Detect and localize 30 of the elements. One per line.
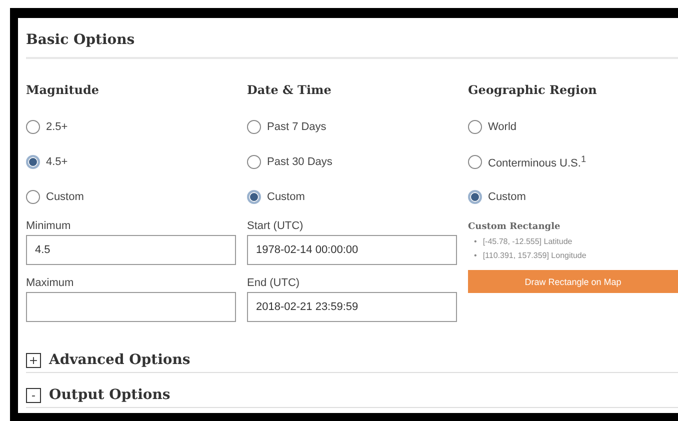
expand-toggle[interactable]: - <box>26 388 41 402</box>
coordinate-item: [110.391, 157.359] Longitude <box>482 250 586 262</box>
section-title: Basic Options <box>26 32 135 48</box>
field-label: Minimum <box>26 220 71 232</box>
column-title: Magnitude <box>26 83 100 97</box>
radio-option[interactable]: Custom <box>26 187 84 206</box>
field-label: Maximum <box>26 277 74 289</box>
field-label: Start (UTC) <box>247 220 304 232</box>
radio-option[interactable]: Custom <box>247 187 305 206</box>
expand-toggle[interactable]: + <box>26 352 41 368</box>
input-field[interactable]: 4.5 <box>26 235 236 265</box>
section-title: Advanced Options <box>49 352 190 368</box>
input-field[interactable]: 2018-02-21 23:59:59 <box>247 292 457 322</box>
radio-option[interactable]: 2.5+ <box>26 117 68 136</box>
radio-option[interactable]: Conterminous U.S.$^{1}$ <box>468 152 586 171</box>
field-label: End (UTC) <box>247 277 300 289</box>
radio-option[interactable]: 4.5+ <box>26 152 68 171</box>
input-field[interactable] <box>26 292 236 322</box>
bullet: • <box>474 236 477 248</box>
radio-option[interactable]: World <box>468 117 517 136</box>
column-title: Date & Time <box>247 83 332 97</box>
section-title: Output Options <box>49 387 170 403</box>
radio-option[interactable]: Past 7 Days <box>247 117 326 136</box>
radio-option[interactable]: Custom <box>468 187 526 206</box>
column-title: Geographic Region <box>468 83 597 97</box>
subsection-title: Custom Rectangle <box>468 222 560 232</box>
radio-option[interactable]: Past 30 Days <box>247 152 332 171</box>
bullet: • <box>474 250 477 262</box>
input-field[interactable]: 1978-02-14 00:00:00 <box>247 235 457 265</box>
coordinate-item: [-45.78, -12.555] Latitude <box>482 236 572 248</box>
